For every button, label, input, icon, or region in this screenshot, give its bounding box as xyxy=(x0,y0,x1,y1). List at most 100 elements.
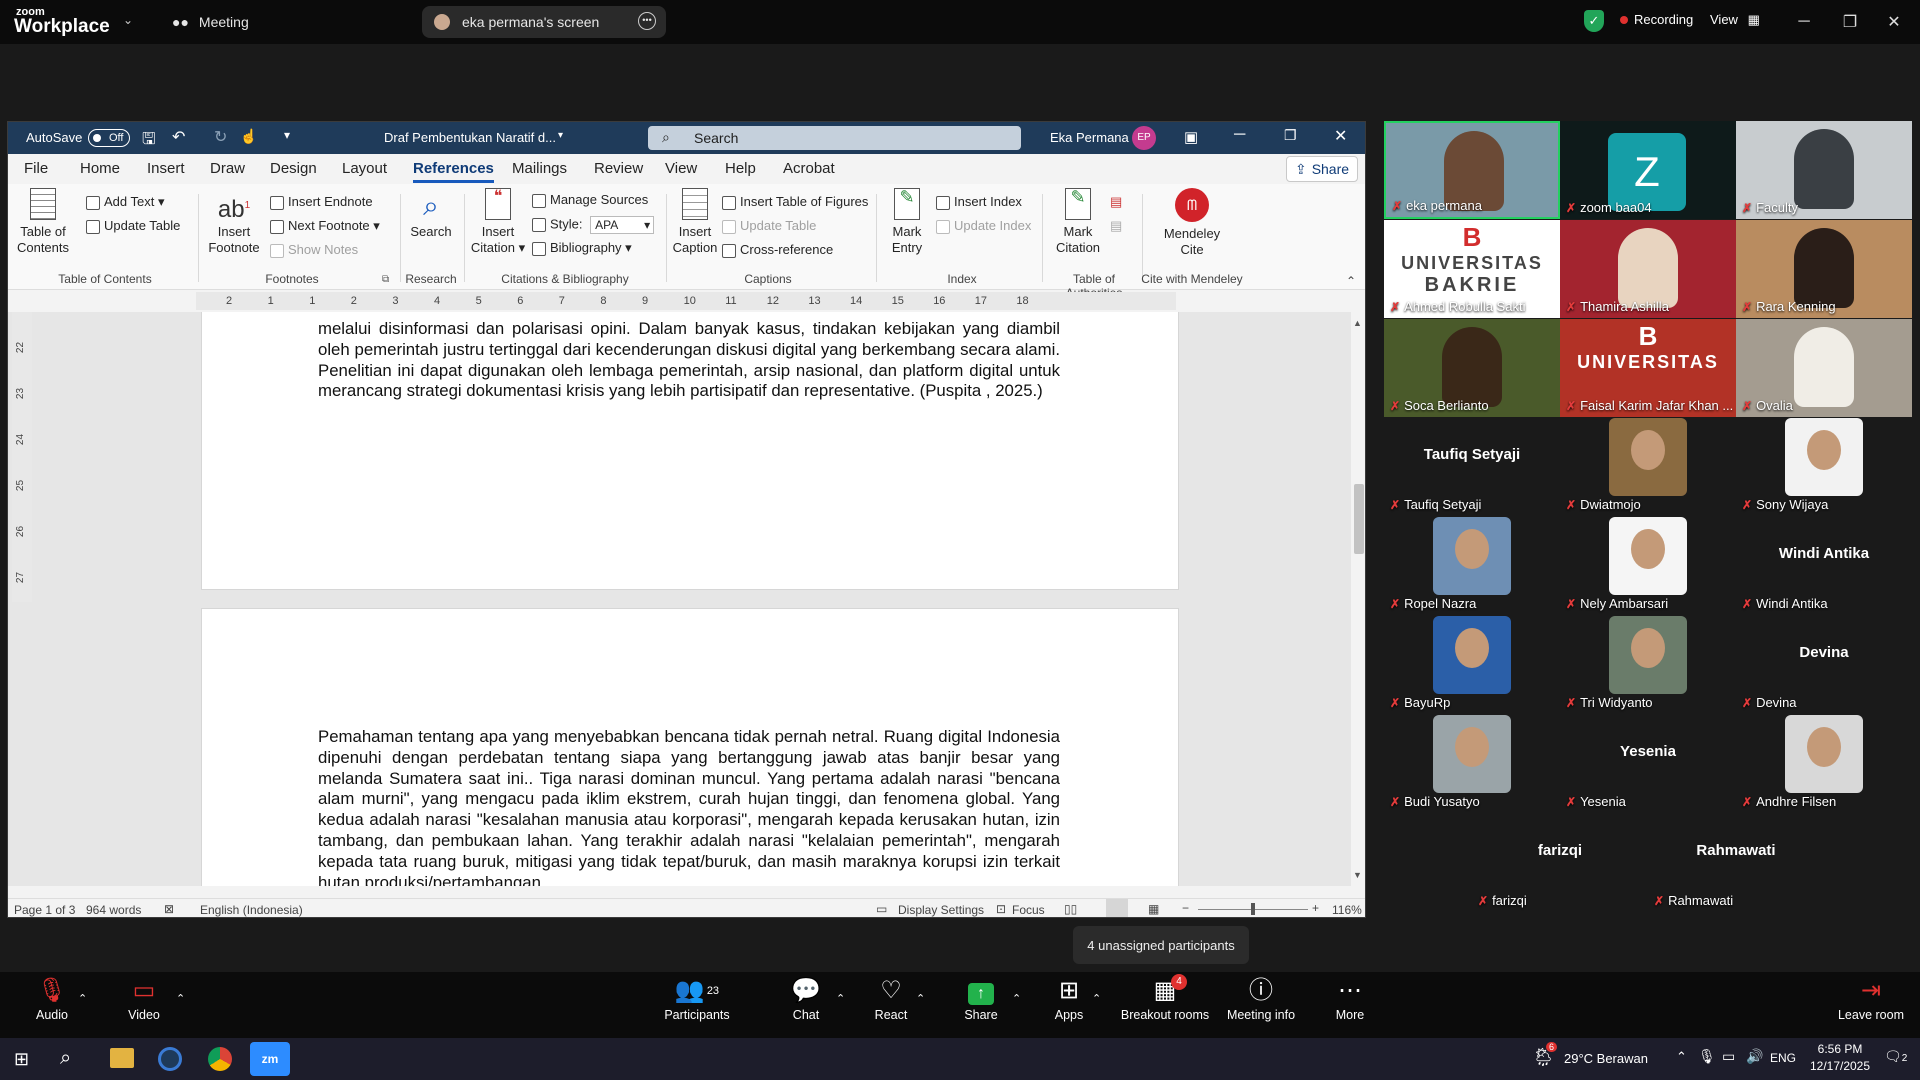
microphone-icon[interactable]: 🎙 xyxy=(1698,1048,1716,1065)
close-icon[interactable]: ✕ xyxy=(1880,8,1908,36)
meeting-info-button[interactable]: ⓘ Meeting info xyxy=(1216,972,1306,1038)
mendeley-cite-button[interactable]: ᗰ Mendeley Cite xyxy=(1152,188,1232,258)
clock-date[interactable]: 12/17/2025 xyxy=(1804,1059,1876,1073)
recording-indicator[interactable]: Recording xyxy=(1620,12,1693,27)
user-name[interactable]: Eka Permana xyxy=(1050,130,1129,145)
chrome-icon[interactable] xyxy=(208,1047,232,1071)
network-icon[interactable]: ▭ xyxy=(1722,1048,1735,1065)
scroll-down-icon[interactable]: ▼ xyxy=(1353,870,1362,880)
participants-button[interactable]: 👥 23 Participants xyxy=(655,972,739,1038)
notifications-icon[interactable]: 🗨2 xyxy=(1884,1048,1907,1065)
autosave-toggle[interactable]: Off xyxy=(88,129,130,147)
weather-text[interactable]: 29°C Berawan xyxy=(1564,1051,1648,1066)
participant-tile[interactable]: B UNIVERSITAS ✗ Faisal Karim Jafar Khan ... xyxy=(1560,319,1736,417)
participant-tile[interactable]: ✗ BayuRp xyxy=(1384,616,1560,714)
tab-acrobat[interactable]: Acrobat xyxy=(783,160,835,177)
zoom-in-icon[interactable]: + xyxy=(1312,901,1319,915)
participant-tile[interactable]: ✗ Andhre Filsen xyxy=(1736,715,1912,813)
participant-tile[interactable]: ✗ eka permana xyxy=(1384,121,1560,219)
avatar[interactable]: EP xyxy=(1132,126,1156,150)
bibliography-button[interactable]: Bibliography ▾ xyxy=(532,240,632,256)
update-index-button[interactable]: Update Index xyxy=(936,218,1031,234)
participant-tile[interactable]: Rahmawati ✗ Rahmawati xyxy=(1648,814,1824,912)
restore-icon[interactable]: ❐ xyxy=(1284,127,1297,144)
participant-tile[interactable]: ✗ Rara Kenning xyxy=(1736,220,1912,318)
proofing-icon[interactable]: ⊠ xyxy=(164,902,174,916)
participant-tile[interactable]: ✗ Soca Berlianto xyxy=(1384,319,1560,417)
participant-tile[interactable]: Windi Antika ✗ Windi Antika xyxy=(1736,517,1912,615)
vertical-ruler[interactable]: 22 23 24 25 26 27 xyxy=(12,312,32,602)
share-screen-button[interactable]: ↑ Share xyxy=(939,972,1023,1038)
chevron-up-icon[interactable]: ⌃ xyxy=(176,992,185,1005)
next-footnote-button[interactable]: Next Footnote ▾ xyxy=(270,218,380,234)
participant-tile[interactable]: ✗ Budi Yusatyo xyxy=(1384,715,1560,813)
chevron-up-icon[interactable]: ⌃ xyxy=(1092,992,1101,1005)
chevron-down-icon[interactable]: ▾ xyxy=(558,130,563,141)
participant-tile[interactable]: Taufiq Setyaji ✗ Taufiq Setyaji xyxy=(1384,418,1560,516)
chevron-up-icon[interactable]: ⌃ xyxy=(836,992,845,1005)
video-button[interactable]: ▭ Video xyxy=(102,972,186,1038)
audio-button[interactable]: 🎙 Audio xyxy=(10,972,94,1038)
focus-button[interactable]: Focus xyxy=(1012,903,1045,917)
participant-tile[interactable]: ✗ Ropel Nazra xyxy=(1384,517,1560,615)
tab-insert[interactable]: Insert xyxy=(147,160,185,177)
breakout-rooms-button[interactable]: ▦ 4 Breakout rooms xyxy=(1117,972,1213,1038)
scroll-up-icon[interactable]: ▲ xyxy=(1353,318,1362,328)
mark-citation-button[interactable]: ✎ Mark Citation xyxy=(1048,188,1108,256)
insert-citation-button[interactable]: ❝ Insert Citation ▾ xyxy=(468,188,528,256)
document-title[interactable]: Draf Pembentukan Naratif d... xyxy=(384,130,556,145)
zoom-slider-thumb[interactable] xyxy=(1251,903,1255,915)
word-count[interactable]: 964 words xyxy=(86,903,141,917)
redo-icon[interactable]: ↻ xyxy=(214,127,227,147)
tray-chevron-icon[interactable]: ⌃ xyxy=(1676,1049,1687,1065)
read-mode-icon[interactable]: ▯▯ xyxy=(1064,902,1077,916)
participant-tile[interactable]: ✗ Sony Wijaya xyxy=(1736,418,1912,516)
minimize-icon[interactable]: ─ xyxy=(1234,126,1245,144)
tab-references[interactable]: References xyxy=(413,160,494,183)
insert-endnote-button[interactable]: Insert Endnote xyxy=(270,194,373,210)
more-button[interactable]: ⋯ More xyxy=(1308,972,1392,1038)
vertical-scrollbar[interactable]: ▲ ▼ xyxy=(1351,312,1365,886)
participant-tile[interactable]: B UNIVERSITAS BAKRIE ✗ Ahmed Robulla Sakti xyxy=(1384,220,1560,318)
cross-reference-button[interactable]: Cross-reference xyxy=(722,242,833,258)
print-layout-icon[interactable] xyxy=(1106,899,1128,917)
undo-icon[interactable]: ↶ xyxy=(172,127,185,147)
show-notes-button[interactable]: Show Notes xyxy=(270,242,358,258)
style-select[interactable]: Style: APA ▾ xyxy=(532,216,655,234)
zoom-level[interactable]: 116% xyxy=(1332,903,1362,917)
web-layout-icon[interactable]: ▦ xyxy=(1148,902,1159,916)
tab-help[interactable]: Help xyxy=(725,160,756,177)
chat-button[interactable]: 💬 Chat xyxy=(764,972,848,1038)
chevron-down-icon[interactable]: ⌄ xyxy=(123,13,133,27)
horizontal-ruler[interactable]: 2 1 1 2 3 4 5 6 7 8 9 10 11 12 13 14 15 16 17 18 xyxy=(196,292,1176,310)
tab-meeting[interactable]: ●● Meeting xyxy=(166,6,276,38)
search-button[interactable]: ⌕ Search xyxy=(404,188,458,240)
participant-tile[interactable]: ✗ Dwiatmojo xyxy=(1560,418,1736,516)
input-language[interactable]: ENG xyxy=(1770,1051,1796,1065)
participant-tile[interactable]: Z ✗ zoom baa04 xyxy=(1560,121,1736,219)
participant-tile[interactable]: ✗ Faculty xyxy=(1736,121,1912,219)
tab-home[interactable]: Home xyxy=(80,160,120,177)
touch-mode-icon[interactable]: ☝ xyxy=(240,128,257,145)
collapse-ribbon-icon[interactable]: ⌃ xyxy=(1346,274,1356,288)
participant-tile[interactable]: ✗ Thamira Ashilla xyxy=(1560,220,1736,318)
view-button[interactable]: View ▦ xyxy=(1710,12,1760,28)
insert-footnote-button[interactable]: ab1 Insert Footnote xyxy=(204,188,264,256)
participant-tile[interactable]: ✗ Ovalia xyxy=(1736,319,1912,417)
search-input[interactable]: ⌕ Search xyxy=(648,126,1021,150)
paragraph[interactable]: melalui disinformasi dan polarisasi opin… xyxy=(318,319,1060,402)
tab-view[interactable]: View xyxy=(665,160,697,177)
tab-mailings[interactable]: Mailings xyxy=(512,160,567,177)
add-text-button[interactable]: Add Text ▾ xyxy=(86,194,165,210)
insert-table-of-figures-button[interactable]: Insert Table of Figures xyxy=(722,194,868,210)
zoom-brand[interactable]: Workplace xyxy=(14,16,110,38)
chevron-up-icon[interactable]: ⌃ xyxy=(1012,992,1021,1005)
more-options-icon[interactable]: ••• xyxy=(638,12,656,30)
participant-tile[interactable]: Devina ✗ Devina xyxy=(1736,616,1912,714)
save-icon[interactable]: 🖫 xyxy=(142,128,156,155)
clock-time[interactable]: 6:56 PM xyxy=(1808,1042,1872,1056)
mark-entry-button[interactable]: ✎ Mark Entry xyxy=(880,188,934,256)
zoom-out-icon[interactable]: − xyxy=(1182,901,1189,915)
insert-index-button[interactable]: Insert Index xyxy=(936,194,1022,210)
windows-start-icon[interactable]: ⊞ xyxy=(14,1049,29,1070)
